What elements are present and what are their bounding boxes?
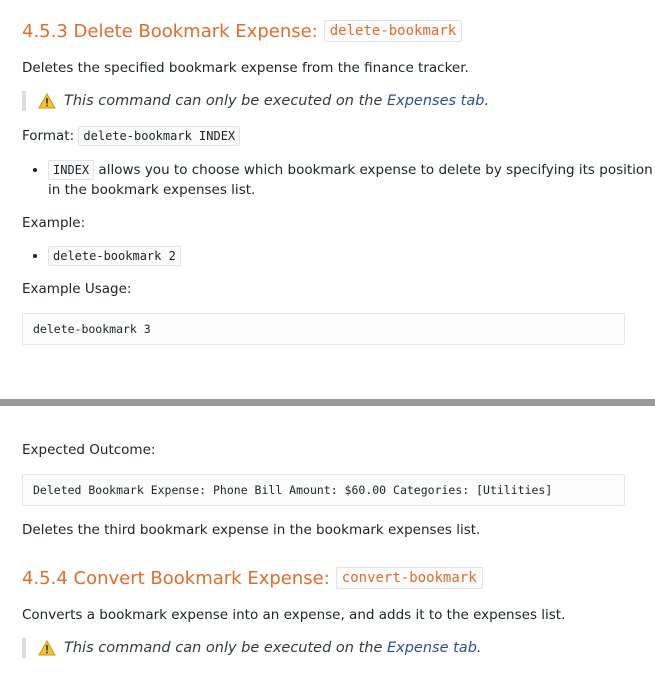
- note-text: This command can only be executed on the…: [64, 640, 482, 656]
- expense-tab-link[interactable]: Expense tab: [387, 640, 477, 656]
- heading-command-code: convert-bookmark: [335, 567, 483, 589]
- note-suffix: .: [484, 93, 490, 109]
- example-code: delete-bookmark 2: [48, 246, 181, 266]
- note-callout: This command can only be executed on the…: [22, 91, 489, 111]
- note-prefix: This command can only be executed on the: [64, 640, 387, 656]
- outcome-code-block: Deleted Bookmark Expense: Phone Bill Amo…: [22, 474, 625, 506]
- usage-label: Example Usage:: [22, 281, 132, 297]
- expenses-tab-link[interactable]: Expenses tab: [387, 93, 484, 109]
- section-description: Deletes the specified bookmark expense f…: [22, 60, 469, 76]
- note-prefix: This command can only be executed on the: [64, 93, 387, 109]
- section-heading-delete-bookmark: 4.5.3 Delete Bookmark Expense: delete-bo…: [22, 20, 463, 42]
- format-line: Format: delete-bookmark INDEX: [22, 126, 241, 146]
- index-description: allows you to choose which bookmark expe…: [48, 162, 653, 198]
- outcome-description: Deletes the third bookmark expense in th…: [22, 522, 481, 538]
- outcome-label: Expected Outcome:: [22, 442, 156, 458]
- warning-icon: [38, 93, 56, 109]
- usage-code-block: delete-bookmark 3: [22, 313, 625, 345]
- example-label: Example:: [22, 215, 86, 231]
- format-code: delete-bookmark INDEX: [78, 126, 241, 146]
- parameter-list: INDEX allows you to choose which bookmar…: [22, 160, 655, 200]
- heading-title: 4.5.3 Delete Bookmark Expense:: [22, 20, 318, 42]
- example-list: delete-bookmark 2: [22, 246, 181, 266]
- note-callout: This command can only be executed on the…: [22, 638, 482, 658]
- note-text: This command can only be executed on the…: [64, 93, 489, 109]
- heading-command-code: delete-bookmark: [323, 20, 463, 42]
- list-item: delete-bookmark 2: [48, 246, 181, 266]
- list-item: INDEX allows you to choose which bookmar…: [48, 160, 655, 200]
- format-label: Format:: [22, 128, 75, 144]
- note-suffix: .: [476, 640, 482, 656]
- index-code: INDEX: [48, 160, 95, 180]
- warning-icon: [38, 640, 56, 656]
- section-description: Converts a bookmark expense into an expe…: [22, 607, 566, 623]
- heading-title: 4.5.4 Convert Bookmark Expense:: [22, 567, 330, 589]
- section-heading-convert-bookmark: 4.5.4 Convert Bookmark Expense: convert-…: [22, 567, 483, 589]
- page-divider: [0, 399, 655, 406]
